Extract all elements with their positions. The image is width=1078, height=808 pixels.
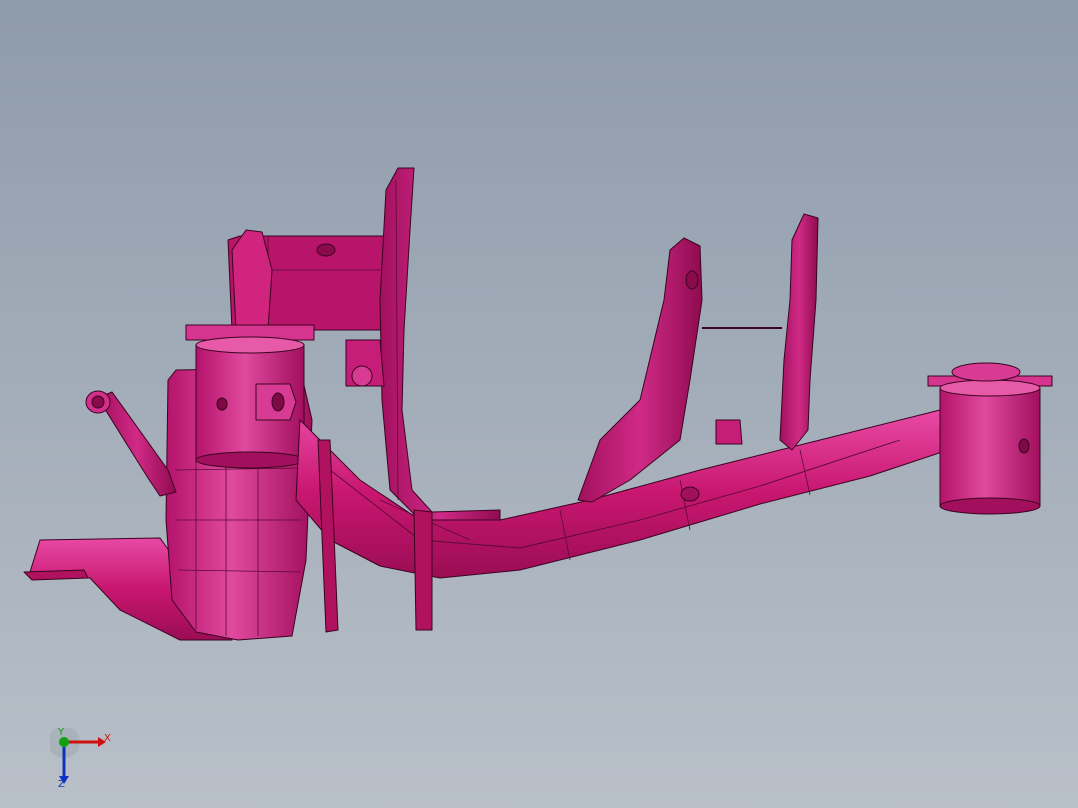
right-control-arm-b xyxy=(779,213,819,451)
graphics-viewport[interactable]: X Y Z xyxy=(0,0,1078,808)
center-hanging-bracket xyxy=(413,509,433,631)
y-axis-label: Y xyxy=(58,727,65,738)
subframe-3d-model[interactable] xyxy=(0,0,1078,808)
left-link-arm xyxy=(97,391,177,497)
x-axis-label: X xyxy=(104,733,111,744)
y-axis-dot xyxy=(59,737,69,747)
right-control-arm-a xyxy=(577,237,703,503)
z-axis-label: Z xyxy=(58,779,65,790)
reference-triad: X Y Z xyxy=(48,726,120,792)
